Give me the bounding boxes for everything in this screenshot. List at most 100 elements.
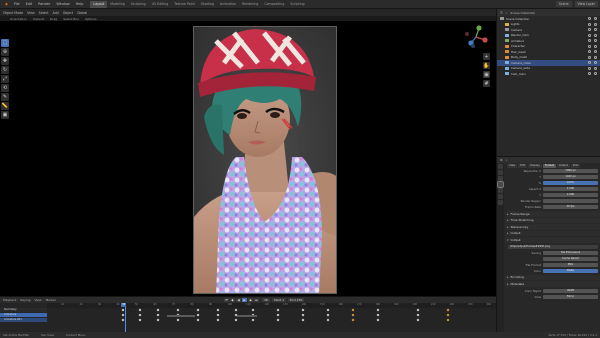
scale-icon[interactable]: ⤢ — [1, 75, 9, 83]
subtab-output[interactable]: Output — [556, 163, 570, 168]
menu-render[interactable]: Render — [35, 0, 53, 9]
keyframe[interactable] — [446, 308, 450, 312]
workspace-tab-compositing[interactable]: Compositing — [261, 1, 287, 8]
keyframe-area[interactable]: 38 — [47, 303, 496, 333]
subtab-display[interactable]: Display — [528, 163, 542, 168]
current-frame-field[interactable]: 38 — [262, 298, 270, 302]
end-frame-field[interactable]: End 250 — [288, 298, 305, 302]
menu-help[interactable]: Help — [73, 0, 87, 9]
property-value-field[interactable]: PNG — [543, 262, 598, 267]
property-value-field[interactable]: Cache Result — [543, 256, 598, 261]
viewport-menu-add[interactable]: Add — [53, 11, 59, 15]
workspace-tab-modeling[interactable]: Modeling — [107, 1, 128, 8]
play-icon[interactable]: ▶ — [242, 298, 247, 302]
properties-tab-scene-icon[interactable] — [498, 194, 503, 199]
keyframe[interactable] — [376, 308, 380, 312]
property-value-field[interactable]: Filmic — [543, 294, 598, 299]
subtab-post[interactable]: Post — [570, 163, 581, 168]
channel-armature[interactable]: Armature — [0, 313, 47, 317]
add-cube-icon[interactable]: ▣ — [1, 111, 9, 119]
outliner-view-icon[interactable]: ☰ — [500, 11, 503, 15]
keyframe[interactable] — [276, 313, 280, 317]
workspace-tab-rendering[interactable]: Rendering — [239, 1, 261, 8]
zoom-icon[interactable]: + — [483, 53, 490, 60]
viewport-menu-global[interactable]: Global — [77, 11, 87, 15]
blender-logo-icon[interactable]: ◉ — [2, 0, 11, 9]
eye-icon[interactable] — [588, 55, 591, 59]
eye-icon[interactable] — [588, 44, 591, 48]
keyframe[interactable] — [301, 308, 305, 312]
keyframe[interactable] — [376, 313, 380, 317]
keyframe[interactable] — [138, 318, 142, 322]
section-stereoscopy[interactable]: Stereoscopy — [505, 224, 600, 230]
render-camera-icon[interactable] — [594, 33, 597, 37]
eye-icon[interactable] — [588, 17, 591, 21]
properties-tab-world-icon[interactable] — [498, 200, 503, 205]
keyframe[interactable] — [416, 308, 420, 312]
section-time-stretching[interactable]: Time Stretching — [505, 217, 600, 223]
render-camera-icon[interactable] — [594, 55, 597, 59]
eye-icon[interactable] — [588, 39, 591, 43]
render-camera-icon[interactable] — [594, 39, 597, 43]
eye-icon[interactable] — [588, 61, 591, 65]
section-output[interactable]: Output — [505, 237, 600, 243]
property-value-field[interactable]: 100% — [543, 181, 598, 185]
prev-key-icon[interactable]: ◆ — [230, 298, 235, 302]
viewport-menu-object-mode[interactable]: Object Mode — [3, 11, 23, 15]
keyframe[interactable] — [251, 318, 255, 322]
workspace-tab-animation[interactable]: Animation — [217, 1, 239, 8]
scene-selector[interactable]: Scene — [555, 1, 572, 7]
output-path-field[interactable]: /tmp/output/frames####.png — [508, 244, 598, 249]
pan-hand-icon[interactable]: ✋ — [483, 62, 490, 69]
transform-icon[interactable]: ⟲ — [1, 84, 9, 92]
properties-tab-object-icon[interactable] — [498, 164, 503, 169]
render-camera-icon[interactable] — [594, 61, 597, 65]
keyframe[interactable] — [376, 318, 380, 322]
section-frame-range[interactable]: Frame Range — [505, 211, 600, 217]
timeline-menu-keying[interactable]: Keying — [20, 298, 30, 302]
render-camera-icon[interactable] — [594, 17, 597, 21]
tool-setting-drag[interactable]: Drag — [50, 17, 57, 21]
eye-icon[interactable] — [588, 28, 591, 32]
menu-file[interactable]: File — [11, 0, 23, 9]
keyframe[interactable] — [326, 308, 330, 312]
menu-edit[interactable]: Edit — [23, 0, 36, 9]
keyframe[interactable] — [301, 313, 305, 317]
3d-viewport[interactable]: Object Mode View Select Add Object Global Ori… — [0, 9, 496, 296]
keyframe[interactable] — [446, 318, 450, 322]
workspace-tab-shading[interactable]: Shading — [198, 1, 217, 8]
keyframe[interactable] — [216, 308, 220, 312]
timeline-editor[interactable]: Playback Keying View Marker ⏮ ◆ ◀ ▶ ◆ ⏭ 38 … — [0, 296, 496, 333]
keyframe[interactable] — [416, 313, 420, 317]
measure-icon[interactable]: 📏 — [1, 102, 9, 110]
keyframe[interactable] — [351, 318, 355, 322]
keyframe[interactable] — [351, 308, 355, 312]
cursor-icon[interactable]: ⊕ — [1, 48, 9, 56]
tool-setting-orientation[interactable]: Orientation — [10, 17, 27, 21]
menu-window[interactable]: Window — [53, 0, 72, 9]
workspace-tab-scripting[interactable]: Scripting — [287, 1, 307, 8]
property-value-field[interactable]: RGBA — [543, 268, 598, 273]
property-value-field[interactable]: File Extensions — [543, 250, 598, 255]
properties-icon[interactable]: ⚙ — [500, 158, 503, 162]
outliner-item[interactable]: Cam_main — [497, 71, 600, 77]
annotate-icon[interactable]: ✎ — [1, 93, 9, 101]
timeline-menu-marker[interactable]: Marker — [46, 298, 56, 302]
tool-setting-options[interactable]: Options — [85, 17, 97, 21]
workspace-tab-sculpting[interactable]: Sculpting — [128, 1, 149, 8]
keyframe[interactable] — [138, 313, 142, 317]
section-output[interactable]: Output — [505, 230, 600, 236]
property-value-field[interactable] — [543, 199, 598, 203]
properties-tab-data-icon[interactable] — [498, 170, 503, 175]
property-value-field[interactable]: 1920 px — [543, 175, 598, 179]
move-icon[interactable]: ✥ — [1, 57, 9, 65]
select-icon[interactable]: ⬚ — [1, 39, 9, 47]
eye-icon[interactable] — [588, 66, 591, 70]
keyframe[interactable] — [251, 308, 255, 312]
playhead[interactable] — [125, 303, 126, 333]
keyframe[interactable] — [176, 318, 180, 322]
keyframe[interactable] — [416, 318, 420, 322]
tool-setting-default[interactable]: Default — [33, 17, 44, 21]
keyframe[interactable] — [138, 308, 142, 312]
keyframe[interactable] — [156, 318, 160, 322]
